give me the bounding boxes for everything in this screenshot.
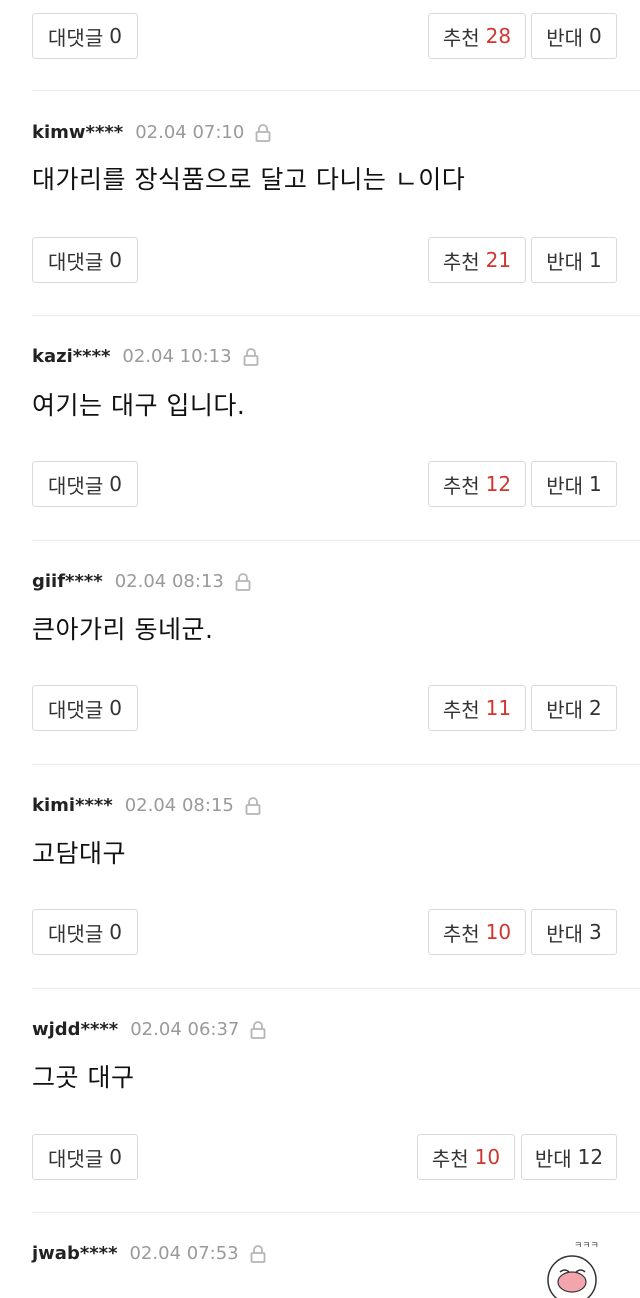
timestamp: 02.04 07:10	[135, 122, 245, 143]
oppose-count: 1	[589, 472, 602, 496]
timestamp: 02.04 10:13	[122, 346, 232, 367]
oppose-label: 반대	[546, 25, 584, 50]
lock-icon	[245, 796, 261, 815]
oppose-label: 반대	[534, 1146, 572, 1171]
username: kazi****	[32, 346, 111, 367]
oppose-label: 반대	[546, 249, 584, 274]
reply-count: 0	[109, 472, 122, 496]
reply-count: 0	[109, 920, 122, 944]
reply-button[interactable]: 대댓글 0	[32, 461, 138, 507]
divider	[32, 988, 640, 989]
reply-button[interactable]: 대댓글 0	[32, 685, 138, 731]
username: kimw****	[32, 122, 124, 143]
divider	[32, 764, 640, 765]
oppose-button[interactable]: 반대 0	[531, 13, 617, 59]
lock-icon	[250, 1020, 266, 1039]
recommend-count: 21	[485, 248, 512, 272]
recommend-button[interactable]: 추천 10	[417, 1134, 515, 1180]
comment-header: wjdd**** 02.04 06:37	[32, 1019, 267, 1040]
recommend-label: 추천	[442, 249, 480, 274]
reply-label: 대댓글	[48, 697, 104, 722]
timestamp: 02.04 06:37	[130, 1019, 240, 1040]
recommend-button[interactable]: 추천 12	[428, 461, 526, 507]
comment-header: kimi**** 02.04 08:15	[32, 795, 262, 816]
oppose-button[interactable]: 반대 2	[531, 685, 617, 731]
comment-text: 고담대구	[32, 839, 127, 868]
divider	[32, 90, 640, 91]
recommend-count: 10	[485, 920, 512, 944]
recommend-button[interactable]: 추천 11	[428, 685, 526, 731]
timestamp: 02.04 07:53	[129, 1243, 239, 1264]
laughing-sticker-icon: ㅋㅋㅋ	[547, 1241, 599, 1298]
reply-label: 대댓글	[48, 921, 104, 946]
divider	[32, 540, 640, 541]
username: giif****	[32, 571, 103, 592]
recommend-count: 28	[485, 24, 512, 48]
comment-text: 대가리를 장식품으로 달고 다니는 ㄴ이다	[32, 165, 466, 194]
reply-button[interactable]: 대댓글 0	[32, 909, 138, 955]
recommend-count: 10	[474, 1145, 501, 1169]
oppose-count: 12	[577, 1145, 604, 1169]
lock-icon	[235, 572, 251, 591]
lock-icon	[243, 347, 258, 366]
comment-header: giif**** 02.04 08:13	[32, 571, 252, 592]
recommend-label: 추천	[442, 25, 480, 50]
comment-text: 그곳 대구	[32, 1063, 135, 1092]
recommend-count: 12	[485, 472, 512, 496]
username: kimi****	[32, 795, 113, 816]
reply-label: 대댓글	[48, 473, 104, 498]
timestamp: 02.04 08:15	[124, 795, 234, 816]
oppose-label: 반대	[546, 697, 584, 722]
oppose-count: 1	[589, 248, 602, 272]
reply-count: 0	[109, 248, 122, 272]
lock-icon	[250, 1244, 266, 1263]
reply-label: 대댓글	[48, 1146, 104, 1171]
divider	[32, 1212, 640, 1213]
recommend-label: 추천	[431, 1146, 469, 1171]
recommend-label: 추천	[442, 697, 480, 722]
recommend-label: 추천	[442, 921, 480, 946]
username: jwab****	[32, 1243, 118, 1264]
reply-count: 0	[109, 24, 122, 48]
recommend-label: 추천	[442, 473, 480, 498]
reply-count: 0	[109, 696, 122, 720]
comment-text: 큰아가리 동네군.	[32, 615, 214, 644]
reply-button[interactable]: 대댓글 0	[32, 1134, 138, 1180]
oppose-button[interactable]: 반대 1	[531, 237, 617, 283]
username: wjdd****	[32, 1019, 119, 1040]
comment-header: jwab**** 02.04 07:53	[32, 1243, 267, 1264]
reply-label: 대댓글	[48, 249, 104, 274]
lock-icon	[255, 123, 271, 142]
oppose-count: 3	[589, 920, 602, 944]
oppose-label: 반대	[546, 473, 584, 498]
reply-button[interactable]: 대댓글 0	[32, 237, 138, 283]
timestamp: 02.04 08:13	[114, 571, 224, 592]
recommend-button[interactable]: 추천 10	[428, 909, 526, 955]
reply-count: 0	[109, 1145, 122, 1169]
recommend-button[interactable]: 추천 21	[428, 237, 526, 283]
oppose-button[interactable]: 반대 1	[531, 461, 617, 507]
comment-header: kimw**** 02.04 07:10	[32, 122, 272, 143]
comment-header: kazi**** 02.04 10:13	[32, 346, 260, 367]
oppose-button[interactable]: 반대 3	[531, 909, 617, 955]
reply-label: 대댓글	[48, 25, 104, 50]
divider	[32, 315, 640, 316]
sticker-text: ㅋㅋㅋ	[574, 1241, 599, 1251]
recommend-button[interactable]: 추천 28	[428, 13, 526, 59]
oppose-count: 0	[589, 24, 602, 48]
reply-button[interactable]: 대댓글 0	[32, 13, 138, 59]
oppose-button[interactable]: 반대 12	[521, 1134, 617, 1180]
recommend-count: 11	[485, 696, 512, 720]
oppose-label: 반대	[546, 921, 584, 946]
comment-text: 여기는 대구 입니다.	[32, 391, 246, 420]
oppose-count: 2	[589, 696, 602, 720]
